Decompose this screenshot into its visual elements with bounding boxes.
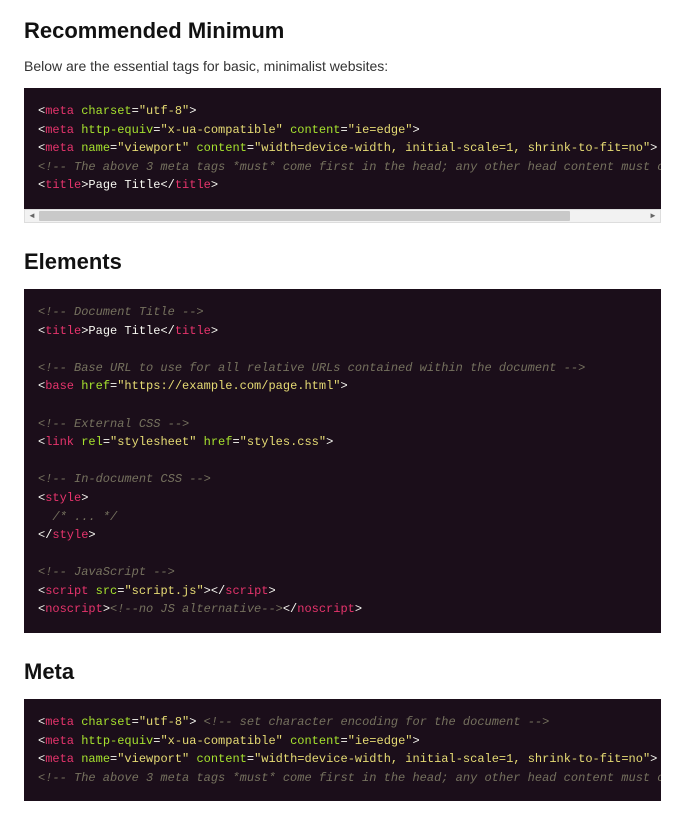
scroll-right-icon[interactable]: ► — [646, 210, 660, 222]
heading-elements: Elements — [24, 249, 661, 275]
codebox-recommended-wrap: <meta charset="utf-8"> <meta http-equiv=… — [24, 88, 661, 223]
heading-meta: Meta — [24, 659, 661, 685]
heading-recommended: Recommended Minimum — [24, 18, 661, 44]
codebox-elements-wrap: <!-- Document Title --> <title>Page Titl… — [24, 289, 661, 633]
scroll-thumb[interactable] — [39, 211, 570, 221]
codebox-meta[interactable]: <meta charset="utf-8"> <!-- set characte… — [24, 699, 661, 801]
scrollbar-recommended[interactable]: ◄ ► — [24, 209, 661, 223]
codebox-recommended[interactable]: <meta charset="utf-8"> <meta http-equiv=… — [24, 88, 661, 209]
desc-recommended: Below are the essential tags for basic, … — [24, 58, 661, 74]
codebox-meta-wrap: <meta charset="utf-8"> <!-- set characte… — [24, 699, 661, 801]
codebox-elements[interactable]: <!-- Document Title --> <title>Page Titl… — [24, 289, 661, 633]
scroll-left-icon[interactable]: ◄ — [25, 210, 39, 222]
